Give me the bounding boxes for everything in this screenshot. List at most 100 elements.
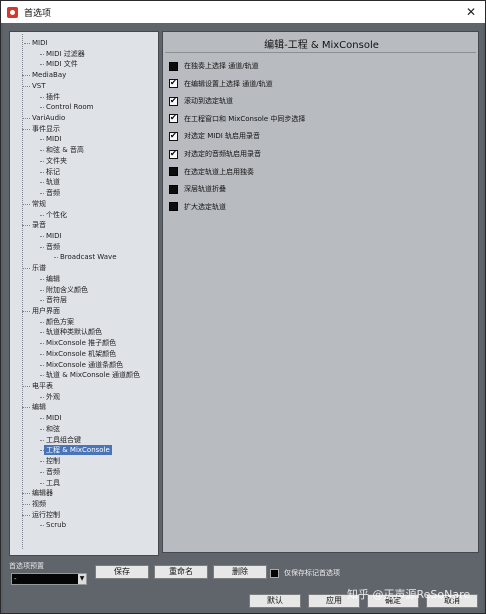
tree-item[interactable]: 工具 [46, 478, 60, 488]
option-row[interactable]: 扩大选定轨道 [169, 201, 226, 213]
option-row[interactable]: 对选定 MIDI 轨启用录音 [169, 130, 260, 142]
option-checkbox[interactable] [169, 202, 178, 212]
preset-select[interactable]: - ▼ [11, 573, 87, 585]
tree-connector [40, 418, 44, 420]
option-label: 滚动到选定轨道 [184, 97, 233, 106]
tree-item[interactable]: 编辑器 [32, 488, 53, 498]
option-label: 在编辑设置上选择 通道/轨道 [184, 79, 273, 88]
option-checkbox[interactable] [169, 131, 178, 141]
tree-item[interactable]: 工程 & MixConsole [44, 445, 112, 456]
tree-item[interactable]: 附加含义颜色 [46, 285, 88, 295]
tree-connector [40, 278, 44, 280]
tree-connector [40, 64, 44, 66]
tree-connector [40, 482, 44, 484]
tree-item[interactable]: 颜色方案 [46, 317, 74, 327]
close-button[interactable]: ✕ [463, 4, 479, 20]
tree-connector [22, 386, 30, 388]
title-bar: 首选项 ✕ [1, 1, 485, 23]
tree-item[interactable]: 轨道种类默认颜色 [46, 327, 102, 337]
tree-connector [40, 471, 44, 473]
option-row[interactable]: 在选定轨道上启用独奏 [169, 166, 254, 178]
tree-connector [40, 96, 44, 98]
tree-item[interactable]: MixConsole 推子颜色 [46, 338, 116, 348]
option-row[interactable]: 在独奏上选择 通道/轨道 [169, 60, 259, 72]
tree-item[interactable]: 常规 [32, 199, 46, 209]
tree-item[interactable]: 外观 [46, 392, 60, 402]
tree-item[interactable]: 用户界面 [32, 306, 60, 316]
rename-button[interactable]: 重命名 [154, 565, 208, 579]
option-checkbox[interactable] [169, 113, 178, 124]
tree-connector [40, 235, 44, 237]
tree-item[interactable]: 文件夹 [46, 156, 67, 166]
tree-item[interactable]: 音频 [46, 188, 60, 198]
preset-value: - [14, 575, 17, 583]
tree-item[interactable]: 个性化 [46, 210, 67, 220]
tree-item[interactable]: 编辑 [46, 274, 60, 284]
tree-item[interactable]: 音符层 [46, 295, 67, 305]
tree-connector [40, 289, 44, 291]
tree-connector [22, 203, 30, 205]
tree-item[interactable]: MIDI [46, 231, 62, 241]
tree-connector [40, 364, 44, 366]
app-logo-icon [7, 6, 18, 18]
tree-connector [22, 85, 30, 87]
tree-item[interactable]: 和弦 & 音高 [46, 145, 84, 155]
tree-item[interactable]: 插件 [46, 92, 60, 102]
option-row[interactable]: 滚动到选定轨道 [169, 95, 233, 107]
tree-connector [22, 128, 30, 130]
tree-item[interactable]: 事件显示 [32, 124, 60, 134]
tree-item[interactable]: 编辑 [32, 402, 46, 412]
tree-connector [40, 139, 44, 141]
tree-item[interactable]: VariAudio [32, 113, 65, 123]
delete-button[interactable]: 删除 [213, 565, 267, 579]
tree-item[interactable]: 控制 [46, 456, 60, 466]
keep-marked-label: 仅保存标记首选项 [284, 569, 340, 577]
tree-item[interactable]: 轨道 [46, 177, 60, 187]
tree-item[interactable]: 工具组合键 [46, 435, 81, 445]
tree-item[interactable]: Broadcast Wave [60, 252, 117, 262]
watermark: 知乎 @正声源ReSoNare [347, 588, 471, 601]
tree-item[interactable]: 录音 [32, 220, 46, 230]
tree-item[interactable]: 和弦 [46, 424, 60, 434]
option-checkbox[interactable] [169, 61, 178, 71]
tree-connector [40, 396, 44, 398]
tree-connector [24, 43, 30, 44]
tree-connector [40, 182, 44, 184]
tree-connector [22, 407, 30, 409]
tree-item[interactable]: VST [32, 81, 46, 91]
chevron-down-icon[interactable]: ▼ [78, 574, 86, 584]
tree-item[interactable]: MixConsole 机架颜色 [46, 349, 116, 359]
option-checkbox[interactable] [169, 149, 178, 159]
tree-item[interactable]: 运行控制 [32, 510, 60, 520]
tree-item[interactable]: 乐谱 [32, 263, 46, 273]
save-button[interactable]: 保存 [95, 565, 149, 579]
tree-item[interactable]: 音频 [46, 467, 60, 477]
tree-item[interactable]: MIDI [46, 134, 62, 144]
tree-item[interactable]: MIDI [32, 38, 48, 48]
tree-connector [22, 514, 30, 516]
keep-marked-checkbox[interactable] [270, 569, 279, 578]
tree-item[interactable]: Control Room [46, 102, 93, 112]
option-row[interactable]: 在工程窗口和 MixConsole 中同步选择 [169, 113, 305, 125]
option-checkbox[interactable] [169, 96, 178, 106]
tree-item[interactable]: MIDI 过滤器 [46, 49, 85, 59]
option-checkbox[interactable] [169, 78, 178, 89]
tree-item[interactable]: 电平表 [32, 381, 53, 391]
option-checkbox[interactable] [169, 184, 178, 194]
tree-item[interactable]: MIDI [46, 413, 62, 423]
default-button[interactable]: 默认 [249, 594, 301, 608]
tree-item[interactable]: MixConsole 通道条颜色 [46, 360, 123, 370]
tree-item[interactable]: 音频 [46, 242, 60, 252]
tree-item[interactable]: Scrub [46, 520, 66, 530]
tree-item[interactable]: MediaBay [32, 70, 66, 80]
option-checkbox[interactable] [169, 167, 178, 177]
tree-item[interactable]: 标记 [46, 167, 60, 177]
tree-connector [22, 268, 30, 270]
tree-item[interactable]: 视频 [32, 499, 46, 509]
option-row[interactable]: 在编辑设置上选择 通道/轨道 [169, 78, 273, 90]
tree-item[interactable]: 轨道 & MixConsole 通道颜色 [46, 370, 140, 380]
tree-item[interactable]: MIDI 文件 [46, 59, 78, 69]
option-row[interactable]: 深层轨道折叠 [169, 183, 226, 195]
option-row[interactable]: 对选定的音频轨启用录音 [169, 148, 261, 160]
preferences-tree[interactable]: MIDI MIDI 过滤器 MIDI 文件 MediaBay VST 插件 Control … [9, 31, 159, 556]
